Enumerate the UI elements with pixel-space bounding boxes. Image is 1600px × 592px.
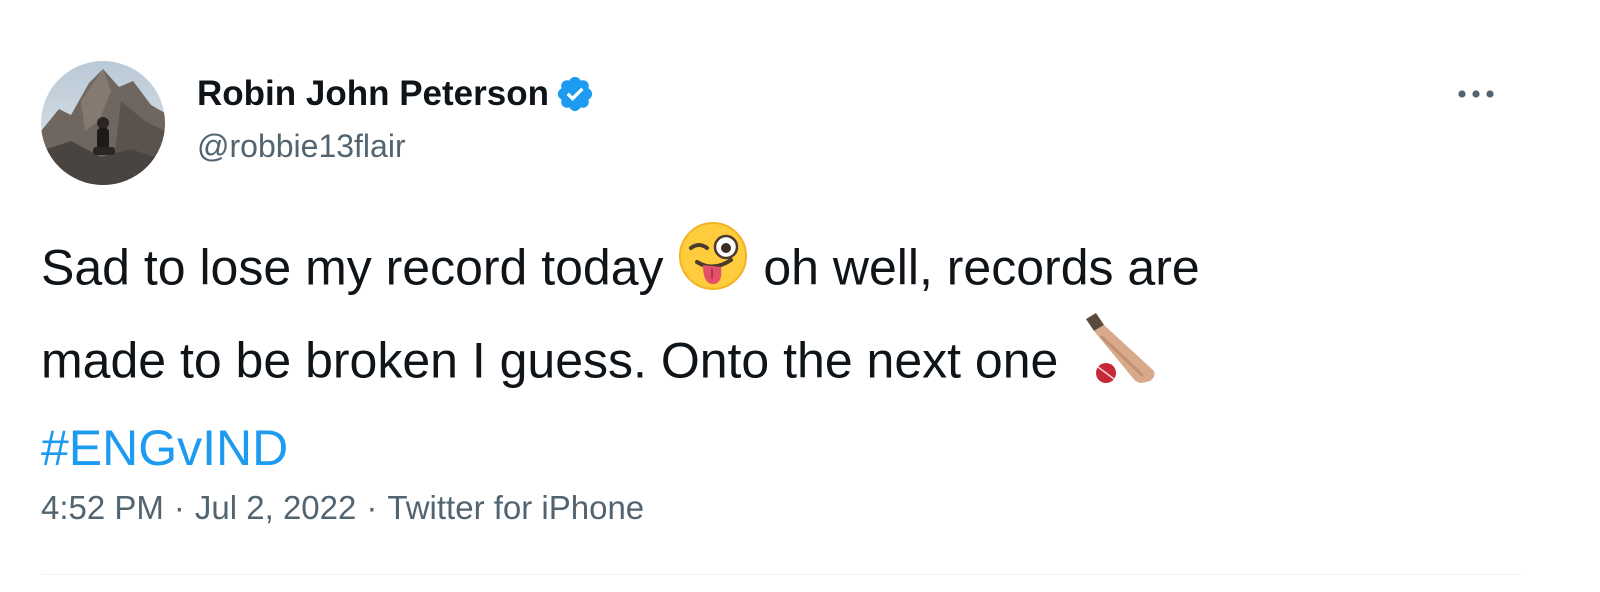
tweet-card: Robin John Peterson @robbie13flair Sad t… — [0, 0, 1600, 592]
display-name[interactable]: Robin John Peterson — [197, 72, 549, 116]
divider — [41, 574, 1521, 575]
author-block: Robin John Peterson @robbie13flair — [197, 72, 595, 168]
tweet-line-3: #ENGvIND — [41, 412, 1521, 484]
tweet-text-segment: made to be broken I guess. Onto the next… — [41, 332, 1059, 389]
tweet-line-1: Sad to lose my record today oh well, rec… — [41, 222, 1521, 317]
tweet-text-segment: oh well, records are — [763, 239, 1200, 296]
name-row: Robin John Peterson — [197, 72, 595, 116]
cricket-bat-and-ball-icon — [1072, 311, 1158, 406]
avatar[interactable] — [41, 61, 165, 185]
more-horizontal-icon — [1458, 90, 1494, 98]
winking-face-with-tongue-icon — [677, 220, 749, 311]
verified-badge-icon — [555, 74, 595, 114]
tweet-line-2: made to be broken I guess. Onto the next… — [41, 313, 1521, 412]
separator-dot: · — [366, 489, 378, 526]
tweet-source[interactable]: Twitter for iPhone — [387, 489, 644, 526]
tweet-metadata: 4:52 PM · Jul 2, 2022 · Twitter for iPhone — [41, 486, 644, 530]
tweet-text: Sad to lose my record today oh well, rec… — [41, 222, 1521, 484]
hashtag-link[interactable]: #ENGvIND — [41, 420, 288, 476]
avatar-image — [41, 61, 165, 185]
tweet-date[interactable]: Jul 2, 2022 — [195, 489, 356, 526]
tweet-text-segment: Sad to lose my record today — [41, 239, 664, 296]
more-options-button[interactable] — [1448, 76, 1504, 112]
tweet-time[interactable]: 4:52 PM — [41, 489, 164, 526]
separator-dot: · — [173, 489, 185, 526]
user-handle[interactable]: @robbie13flair — [197, 124, 595, 168]
